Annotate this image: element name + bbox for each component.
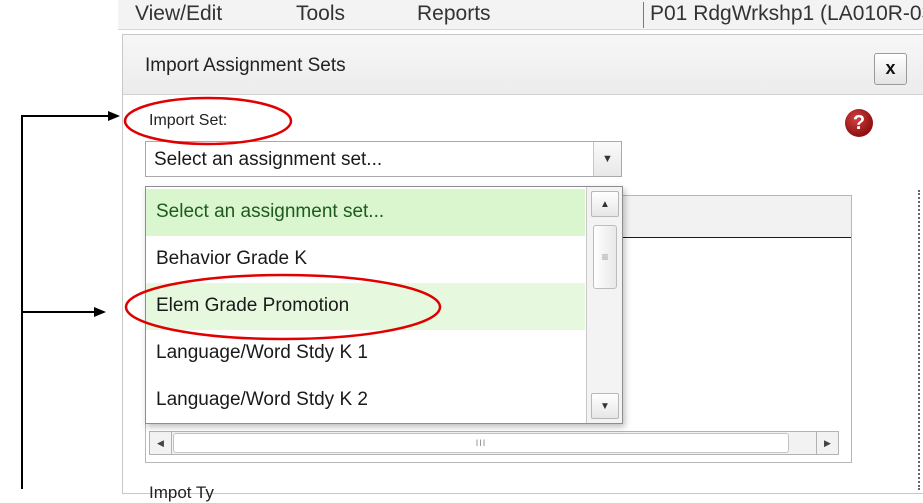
import-type-label: Impot Ty: [149, 483, 214, 502]
menu-tools[interactable]: Tools: [296, 2, 345, 26]
dialog-title: Import Assignment Sets: [145, 55, 346, 76]
vertical-scroll-thumb[interactable]: ≡: [593, 225, 617, 289]
menu-separator: [643, 2, 644, 28]
select-value: Select an assignment set...: [154, 149, 383, 170]
horizontal-scroll-thumb[interactable]: III: [173, 433, 789, 453]
menu-reports[interactable]: Reports: [417, 2, 491, 26]
annotation-connector-line: [21, 111, 120, 489]
dropdown-option[interactable]: Elem Grade Promotion: [146, 283, 585, 330]
dropdown-option[interactable]: Language/Word Stdy K 2: [146, 377, 585, 424]
horizontal-scrollbar[interactable]: ◀ III ▶: [149, 431, 839, 455]
help-icon[interactable]: ?: [845, 109, 873, 137]
chevron-down-icon[interactable]: ▼: [593, 142, 621, 176]
context-title: P01 RdgWrkshp1 (LA010R-03): [650, 2, 923, 25]
assignment-set-dropdown-list[interactable]: Select an assignment set... Behavior Gra…: [145, 186, 623, 424]
menu-view-edit[interactable]: View/Edit: [135, 2, 222, 26]
dropdown-option[interactable]: Language/Word Stdy K 1: [146, 330, 585, 377]
scroll-down-icon[interactable]: ▼: [591, 393, 619, 419]
close-button[interactable]: x: [874, 53, 907, 85]
menu-bar: View/Edit Tools Reports P01 RdgWrkshp1 (…: [118, 0, 923, 30]
scroll-right-icon[interactable]: ▶: [816, 432, 838, 454]
dropdown-option[interactable]: Behavior Grade K: [146, 236, 585, 283]
scroll-up-icon[interactable]: ▲: [591, 191, 619, 217]
dialog-header: Import Assignment Sets x: [123, 35, 923, 95]
import-set-select[interactable]: Select an assignment set... ▼: [145, 141, 622, 177]
import-set-label: Import Set:: [149, 112, 228, 129]
vertical-scrollbar[interactable]: ▲ ≡ ▼: [586, 187, 622, 423]
dropdown-option[interactable]: Select an assignment set...: [146, 189, 585, 236]
dotted-guide-line: [918, 190, 920, 490]
scroll-left-icon[interactable]: ◀: [150, 432, 172, 454]
